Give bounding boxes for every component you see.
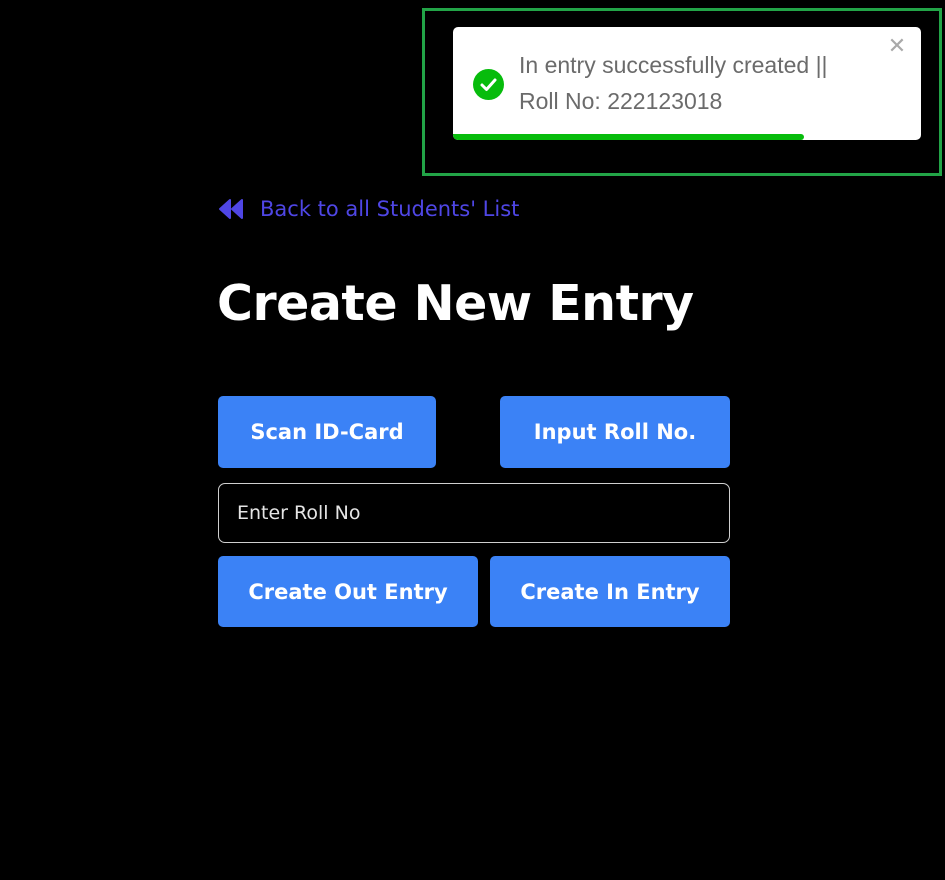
- create-in-entry-button[interactable]: Create In Entry: [490, 556, 730, 627]
- back-link-label: Back to all Students' List: [260, 197, 520, 221]
- toast-message-line2: Roll No: 222123018: [519, 88, 723, 114]
- toast-progress-fill: [453, 134, 804, 140]
- double-chevron-left-icon: [218, 198, 244, 220]
- check-circle-icon: [473, 69, 504, 100]
- close-icon[interactable]: ✕: [887, 36, 907, 58]
- toast-message: In entry successfully created || Roll No…: [519, 47, 869, 119]
- input-roll-no-button[interactable]: Input Roll No.: [500, 396, 730, 468]
- back-to-students-link[interactable]: Back to all Students' List: [218, 197, 519, 221]
- page-title: Create New Entry: [217, 275, 694, 332]
- roll-no-input[interactable]: [218, 483, 730, 543]
- toast-message-line1: In entry successfully created ||: [519, 52, 828, 78]
- toast-progress-bar: [453, 134, 921, 140]
- create-out-entry-button[interactable]: Create Out Entry: [218, 556, 478, 627]
- toast-notification[interactable]: In entry successfully created || Roll No…: [453, 27, 921, 140]
- page: In entry successfully created || Roll No…: [0, 0, 945, 880]
- scan-id-card-button[interactable]: Scan ID-Card: [218, 396, 436, 468]
